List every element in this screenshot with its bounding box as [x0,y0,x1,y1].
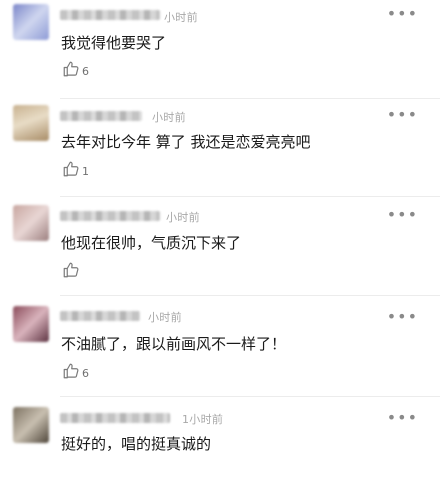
username-blurred[interactable] [60,10,160,20]
comment-list: 小时前 ••• 我觉得他要哭了 6 小时前 ••• 去年对比今年 算了 我还是恋… [0,0,440,499]
more-dots-icon[interactable]: ••• [387,309,418,325]
more-dots-icon[interactable]: ••• [387,6,418,22]
comment-item: 小时前 ••• 不油腻了，跟以前画风不一样了！ 6 [0,296,440,396]
like-count: 6 [82,367,89,380]
like-count: 1 [82,165,89,178]
avatar[interactable] [13,306,49,342]
thumbs-up-icon [63,363,79,379]
avatar[interactable] [13,407,49,443]
comment-time: 1小时前 [182,413,224,426]
username-blurred[interactable] [60,211,160,221]
username-blurred[interactable] [60,413,170,423]
avatar[interactable] [13,205,49,241]
comment-time: 小时前 [148,311,182,324]
comment-text: 去年对比今年 算了 我还是恋爱亮亮吧 [61,133,311,151]
like-count: 6 [82,65,89,78]
thumbs-up-icon [63,61,79,77]
comment-item: 小时前 ••• 我觉得他要哭了 6 [0,0,440,98]
more-dots-icon[interactable]: ••• [387,107,418,123]
more-dots-icon[interactable]: ••• [387,207,418,223]
comment-text: 我觉得他要哭了 [61,34,167,52]
like-button[interactable] [62,261,82,279]
thumbs-up-icon [63,262,79,278]
comment-item: 1小时前 ••• 挺好的，唱的挺真诚的 [0,397,440,499]
like-button[interactable]: 1 [62,160,89,178]
comment-text: 不油腻了，跟以前画风不一样了！ [61,335,287,353]
thumbs-up-icon [63,161,79,177]
like-button[interactable]: 6 [62,362,89,380]
avatar[interactable] [13,4,49,40]
username-blurred[interactable] [60,311,140,321]
comment-text: 他现在很帅，气质沉下来了 [61,234,242,252]
comment-item: 小时前 ••• 去年对比今年 算了 我还是恋爱亮亮吧 1 [0,99,440,197]
comment-time: 小时前 [152,111,186,124]
comment-time: 小时前 [166,211,200,224]
username-blurred[interactable] [60,111,142,121]
avatar[interactable] [13,105,49,141]
comment-text: 挺好的，唱的挺真诚的 [61,435,212,453]
comment-item: 小时前 ••• 他现在很帅，气质沉下来了 [0,197,440,295]
more-dots-icon[interactable]: ••• [387,410,418,426]
like-button[interactable]: 6 [62,60,89,78]
comment-time: 小时前 [164,11,198,24]
